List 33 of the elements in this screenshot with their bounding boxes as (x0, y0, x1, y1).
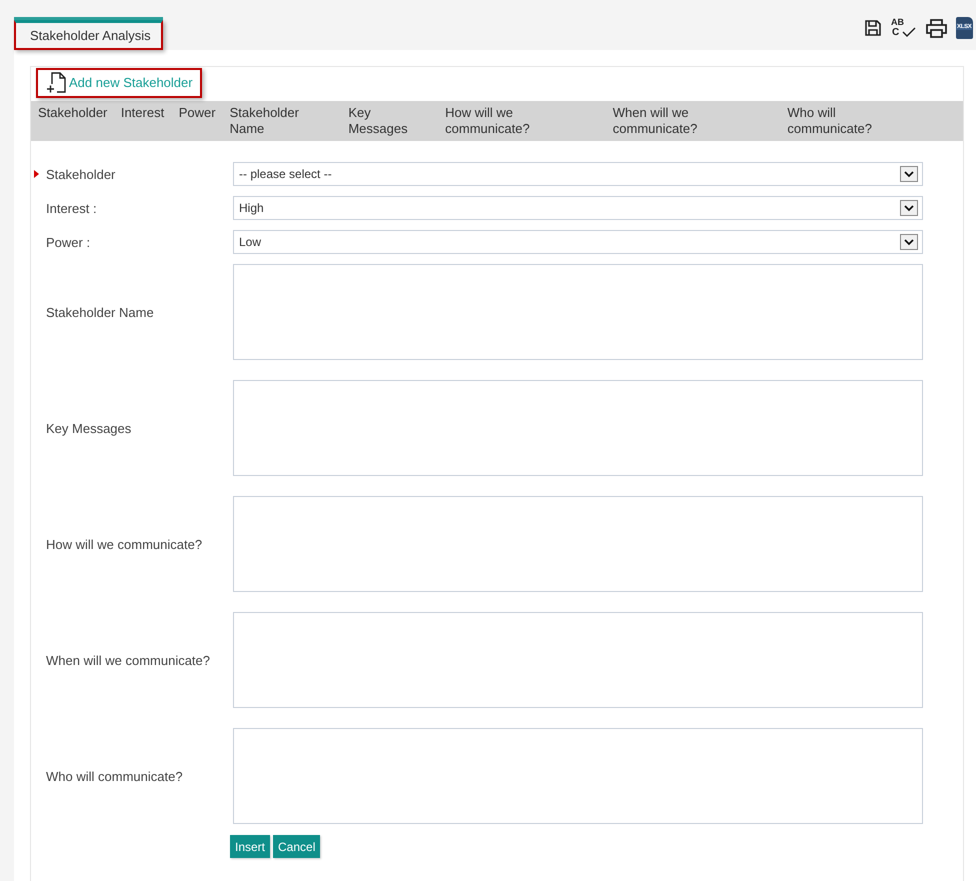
column-header: Power (178, 105, 217, 121)
form-button[interactable]: Cancel (273, 835, 320, 858)
page-tab[interactable]: Stakeholder Analysis (14, 20, 163, 50)
dropdown[interactable]: High (233, 196, 923, 220)
text-area[interactable] (233, 728, 923, 824)
field-label: Interest : (46, 200, 97, 216)
dropdown[interactable]: -- please select -- (233, 162, 923, 186)
field-label: Stakeholder (46, 166, 116, 182)
field-label: Who will communicate? (46, 768, 183, 784)
column-header: Interest (120, 105, 166, 121)
column-header: Who will communicate? (787, 105, 870, 137)
field-label: How will we communicate? (46, 536, 202, 552)
column-header: Stakeholder (38, 105, 108, 121)
column-header: Stakeholder Name (230, 105, 300, 137)
column-header: When will we communicate? (612, 105, 695, 137)
field-label: Power : (46, 234, 90, 250)
field-label: Key Messages (46, 420, 132, 436)
form-button[interactable]: Insert (230, 835, 270, 858)
dropdown[interactable]: Low (233, 230, 923, 254)
save-icon[interactable] (864, 19, 882, 37)
column-header: How will we communicate? (445, 105, 528, 137)
field-label: When will we communicate? (46, 652, 210, 668)
chevron-down-icon (900, 166, 918, 182)
new-file-icon (46, 72, 66, 93)
chevron-down-icon (900, 234, 918, 250)
text-area[interactable] (233, 496, 923, 592)
text-area[interactable] (233, 380, 923, 476)
text-area[interactable] (233, 264, 923, 360)
text-area[interactable] (233, 612, 923, 708)
column-header: Key Messages (348, 105, 409, 137)
printer-icon[interactable] (926, 18, 947, 38)
field-label: Stakeholder Name (46, 304, 154, 320)
chevron-down-icon (900, 200, 918, 216)
